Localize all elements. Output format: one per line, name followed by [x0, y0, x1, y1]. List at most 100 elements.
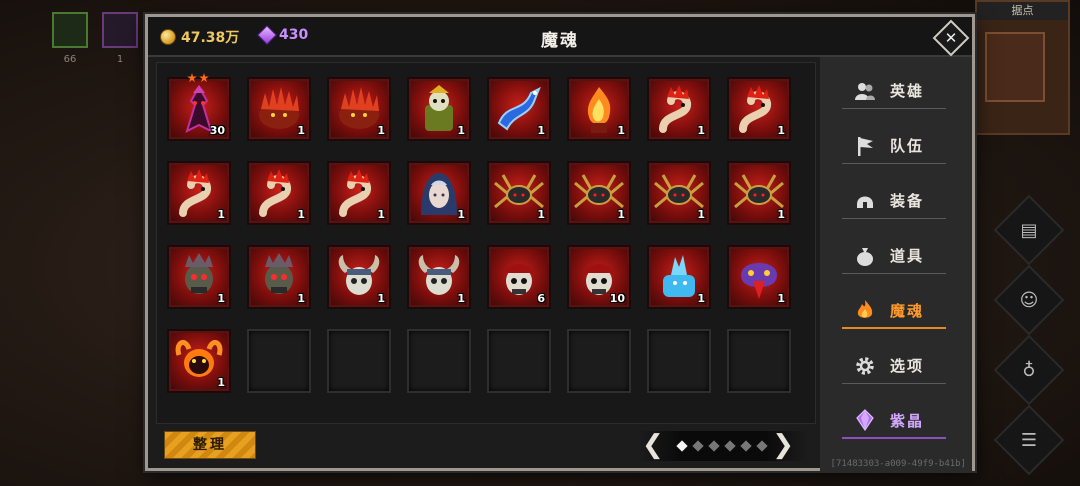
soul-slot[interactable]: 10: [567, 245, 631, 309]
soul-slot[interactable]: 1: [407, 77, 471, 141]
soul-count: 1: [217, 292, 225, 305]
page-dot[interactable]: [692, 440, 704, 452]
menu-item-gear[interactable]: 选项: [842, 348, 946, 384]
empty-soul-slot[interactable]: [247, 329, 311, 393]
soul-count: 1: [537, 124, 545, 137]
menu-item-heroes[interactable]: 英雄: [842, 73, 946, 109]
soul-slot[interactable]: 1: [167, 329, 231, 393]
empty-soul-slot[interactable]: [487, 329, 551, 393]
window-title: 魔魂: [541, 31, 579, 51]
party-button[interactable]: ☺: [993, 264, 1065, 336]
empty-soul-slot[interactable]: [647, 329, 711, 393]
quest-button[interactable]: ▤: [993, 194, 1065, 266]
soul-slot[interactable]: 1: [327, 77, 391, 141]
star-icon: [187, 73, 197, 83]
soul-count: 1: [297, 208, 305, 221]
soul-count: 1: [777, 208, 785, 221]
party-icon: ☺: [1019, 289, 1039, 311]
soul-count: 10: [609, 292, 625, 305]
soul-count: 1: [697, 292, 705, 305]
star-icon: [199, 73, 209, 83]
background-resource-slots: 66 1: [52, 12, 138, 65]
soul-slot[interactable]: 1: [247, 161, 311, 225]
empty-soul-slot[interactable]: [407, 329, 471, 393]
close-icon: ✕: [944, 29, 958, 47]
soul-count: 1: [217, 208, 225, 221]
feather-icon: 66: [52, 12, 88, 65]
soul-slot[interactable]: 1: [647, 245, 711, 309]
soul-count: 1: [697, 208, 705, 221]
list-button[interactable]: ☰: [993, 404, 1065, 476]
menu-item-flame[interactable]: 魔魂: [842, 293, 946, 329]
empty-soul-slot[interactable]: [567, 329, 631, 393]
soul-slot[interactable]: 1: [727, 77, 791, 141]
soul-slot[interactable]: 1: [487, 77, 551, 141]
user-id: [71483303-a009-49f9-b41b]: [830, 459, 966, 469]
empty-soul-slot[interactable]: [727, 329, 791, 393]
heroes-icon: [855, 82, 875, 100]
soul-count: 1: [697, 124, 705, 137]
list-icon: ☰: [1020, 429, 1038, 451]
menu-item-label: 魔魂: [890, 301, 925, 320]
soul-count: 1: [537, 208, 545, 221]
soul-inventory-window: 47.38万 430 魔魂 ✕ 30 1 1 1 1 1 1 1 1 1 1 1 1 1 1 1 1 1 1 1 6 10…: [145, 14, 975, 471]
window-header: 47.38万 430 魔魂 ✕: [148, 17, 972, 57]
soul-slot[interactable]: 1: [167, 161, 231, 225]
menu-item-helmet[interactable]: 装备: [842, 183, 946, 219]
soul-slot[interactable]: 1: [647, 77, 711, 141]
soul-count: 1: [457, 292, 465, 305]
soul-slot[interactable]: 1: [487, 161, 551, 225]
soul-slot[interactable]: 1: [647, 161, 711, 225]
soul-slot[interactable]: 1: [727, 161, 791, 225]
minimap-room: [985, 32, 1045, 102]
soul-slot[interactable]: 30: [167, 73, 231, 141]
soul-count: 1: [777, 292, 785, 305]
soul-count: 1: [377, 292, 385, 305]
soul-slot[interactable]: 1: [407, 245, 471, 309]
crystal-icon: [856, 409, 874, 431]
menu-item-crystal[interactable]: 紫晶: [842, 403, 946, 439]
soul-slot[interactable]: 1: [167, 245, 231, 309]
potion-icon: ♁: [1022, 359, 1036, 381]
soul-slot[interactable]: 1: [407, 161, 471, 225]
scroll-icon: ▤: [1020, 219, 1038, 241]
soul-count: 1: [617, 208, 625, 221]
flame-icon: [857, 300, 873, 318]
page-dot[interactable]: [676, 440, 688, 452]
soul-count: 1: [297, 292, 305, 305]
soul-count: 1: [297, 124, 305, 137]
page-dot[interactable]: [756, 440, 768, 452]
empty-soul-slot[interactable]: [327, 329, 391, 393]
menu-item-label: 装备: [890, 192, 925, 210]
prev-page-button[interactable]: ❮: [642, 431, 664, 459]
menu-item-label: 队伍: [890, 137, 925, 155]
page-navigator: ❮ ❯: [638, 431, 808, 461]
soul-slot[interactable]: 6: [487, 245, 551, 309]
page-dot[interactable]: [740, 440, 752, 452]
potion-button[interactable]: ♁: [993, 334, 1065, 406]
page-dot[interactable]: [724, 440, 736, 452]
soul-slot[interactable]: 1: [567, 77, 631, 141]
menu-item-label: 道具: [890, 247, 925, 265]
helmet-icon: [857, 196, 873, 208]
sort-button[interactable]: 整理: [164, 431, 256, 459]
page-dot[interactable]: [708, 440, 720, 452]
minimap[interactable]: 据点: [975, 0, 1070, 135]
soul-slot[interactable]: 1: [327, 245, 391, 309]
next-page-button[interactable]: ❯: [772, 431, 794, 459]
soul-slot[interactable]: 1: [567, 161, 631, 225]
soul-slot[interactable]: 1: [727, 245, 791, 309]
soul-slot[interactable]: 1: [247, 245, 311, 309]
menu-item-bag[interactable]: 道具: [842, 238, 946, 274]
soul-slot[interactable]: 1: [247, 77, 311, 141]
star-rating: [187, 73, 209, 83]
page-dots: [676, 440, 768, 452]
soul-count: 1: [617, 124, 625, 137]
soul-count: 1: [777, 124, 785, 137]
menu-item-flag[interactable]: 队伍: [842, 128, 946, 164]
soul-count: 1: [377, 208, 385, 221]
soul-slot[interactable]: 1: [327, 161, 391, 225]
soul-grid-area: 30 1 1 1 1 1 1 1 1 1 1 1 1 1 1 1 1 1 1 1 6 10 1 1 1: [156, 62, 816, 424]
gear-icon: [856, 356, 874, 375]
menu-item-label: 英雄: [890, 82, 925, 100]
